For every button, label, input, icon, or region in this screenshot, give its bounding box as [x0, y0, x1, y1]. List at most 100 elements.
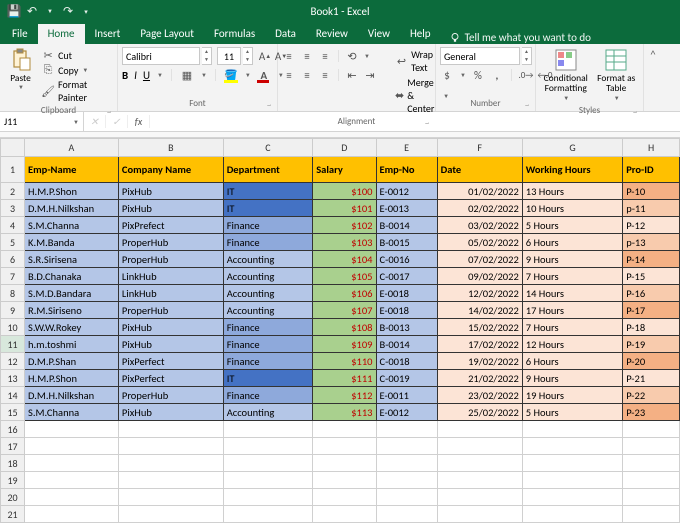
cell[interactable] — [376, 455, 437, 472]
row-header-9[interactable]: 9 — [1, 302, 25, 319]
header-department[interactable]: Department — [223, 157, 313, 183]
tab-help[interactable]: Help — [400, 24, 441, 44]
tab-view[interactable]: View — [358, 24, 400, 44]
cell[interactable]: PixHub — [118, 183, 223, 200]
cell[interactable]: P-20 — [623, 353, 680, 370]
cell[interactable]: $111 — [313, 370, 376, 387]
spreadsheet-grid[interactable]: A B C D E F G H 1 Emp-Name Company Name … — [0, 138, 680, 523]
cell[interactable] — [223, 455, 313, 472]
cell[interactable]: $103 — [313, 234, 376, 251]
cell[interactable]: PixHub — [118, 404, 223, 421]
cell[interactable]: IT — [223, 200, 313, 217]
cell[interactable]: 02/02/2022 — [437, 200, 522, 217]
cell[interactable]: 9 Hours — [522, 370, 622, 387]
cell[interactable] — [313, 421, 376, 438]
cell[interactable] — [623, 421, 680, 438]
cell[interactable]: S.M.D.Bandara — [25, 285, 119, 302]
cell[interactable] — [223, 506, 313, 523]
cell[interactable]: ProperHub — [118, 302, 223, 319]
cell[interactable] — [118, 506, 223, 523]
cell[interactable]: 7 Hours — [522, 319, 622, 336]
tab-page-layout[interactable]: Page Layout — [130, 24, 204, 44]
cell[interactable] — [376, 489, 437, 506]
cell[interactable]: 13 Hours — [522, 183, 622, 200]
fx-icon[interactable]: fx — [128, 115, 150, 128]
bold-button[interactable]: B — [122, 69, 128, 82]
cell[interactable]: Accounting — [223, 285, 313, 302]
redo-icon[interactable]: ↷ — [60, 3, 76, 19]
cell[interactable]: C-0018 — [376, 353, 437, 370]
cell[interactable]: ProperHub — [118, 251, 223, 268]
row-header-3[interactable]: 3 — [1, 200, 25, 217]
cell[interactable]: P-10 — [623, 183, 680, 200]
cell[interactable]: P-16 — [623, 285, 680, 302]
cell[interactable]: B-0014 — [376, 217, 437, 234]
cell[interactable]: $109 — [313, 336, 376, 353]
cell[interactable]: 14 Hours — [522, 285, 622, 302]
header-company[interactable]: Company Name — [118, 157, 223, 183]
cell[interactable]: $104 — [313, 251, 376, 268]
format-painter-button[interactable]: 🖌Format Painter — [39, 78, 113, 104]
col-header-A[interactable]: A — [25, 139, 119, 157]
font-color-icon[interactable]: A — [257, 68, 271, 82]
cell[interactable]: S.R.Sirisena — [25, 251, 119, 268]
cell[interactable]: p-11 — [623, 200, 680, 217]
header-pro-id[interactable]: Pro-ID — [623, 157, 680, 183]
row-header-4[interactable]: 4 — [1, 217, 25, 234]
cell[interactable]: PixHub — [118, 336, 223, 353]
underline-button[interactable]: U — [143, 69, 150, 82]
cell[interactable]: PixPrefect — [118, 217, 223, 234]
align-bottom-icon[interactable]: ≡ — [318, 49, 332, 63]
cell[interactable]: P-12 — [623, 217, 680, 234]
row-header-13[interactable]: 13 — [1, 370, 25, 387]
cell[interactable]: $108 — [313, 319, 376, 336]
cell[interactable] — [623, 489, 680, 506]
col-header-D[interactable]: D — [313, 139, 376, 157]
cell[interactable] — [437, 455, 522, 472]
cell[interactable] — [623, 438, 680, 455]
cell[interactable]: 12/02/2022 — [437, 285, 522, 302]
cell[interactable]: E-0011 — [376, 387, 437, 404]
tab-insert[interactable]: Insert — [85, 24, 131, 44]
cell[interactable]: $106 — [313, 285, 376, 302]
cell[interactable]: H.M.P.Shon — [25, 370, 119, 387]
cell[interactable]: 09/02/2022 — [437, 268, 522, 285]
cell[interactable] — [25, 506, 119, 523]
cell[interactable]: Finance — [223, 319, 313, 336]
cell[interactable] — [623, 506, 680, 523]
cell[interactable]: 15/02/2022 — [437, 319, 522, 336]
comma-icon[interactable]: , — [490, 68, 504, 82]
cell[interactable]: Finance — [223, 217, 313, 234]
cell[interactable] — [223, 472, 313, 489]
save-icon[interactable]: 💾 — [6, 3, 22, 19]
cell[interactable]: P-22 — [623, 387, 680, 404]
cell[interactable] — [437, 506, 522, 523]
cell[interactable]: 19 Hours — [522, 387, 622, 404]
cell[interactable] — [118, 455, 223, 472]
cell[interactable] — [522, 472, 622, 489]
cell[interactable]: 21/02/2022 — [437, 370, 522, 387]
cell[interactable]: 07/02/2022 — [437, 251, 522, 268]
cell[interactable]: PixPerfect — [118, 370, 223, 387]
cell[interactable]: B.D.Chanaka — [25, 268, 119, 285]
cell[interactable]: 5 Hours — [522, 404, 622, 421]
cell[interactable]: $105 — [313, 268, 376, 285]
increase-font-icon[interactable]: A▲ — [258, 49, 272, 63]
copy-button[interactable]: ⎘Copy▼ — [39, 63, 113, 77]
font-size-dropdown[interactable]: ▲▼ — [243, 47, 253, 65]
cell[interactable]: K.M.Banda — [25, 234, 119, 251]
cell[interactable]: 6 Hours — [522, 353, 622, 370]
percent-icon[interactable]: % — [471, 68, 485, 82]
orientation-icon[interactable]: ⟲ — [345, 49, 359, 63]
row-header-11[interactable]: 11 — [1, 336, 25, 353]
cell[interactable] — [376, 506, 437, 523]
cell[interactable]: 25/02/2022 — [437, 404, 522, 421]
cell[interactable] — [522, 438, 622, 455]
row-header-5[interactable]: 5 — [1, 234, 25, 251]
cell[interactable]: E-0013 — [376, 200, 437, 217]
cell[interactable] — [223, 421, 313, 438]
cell[interactable]: D.M.H.Nilkshan — [25, 387, 119, 404]
row-header-7[interactable]: 7 — [1, 268, 25, 285]
header-emp-name[interactable]: Emp-Name — [25, 157, 119, 183]
col-header-E[interactable]: E — [376, 139, 437, 157]
